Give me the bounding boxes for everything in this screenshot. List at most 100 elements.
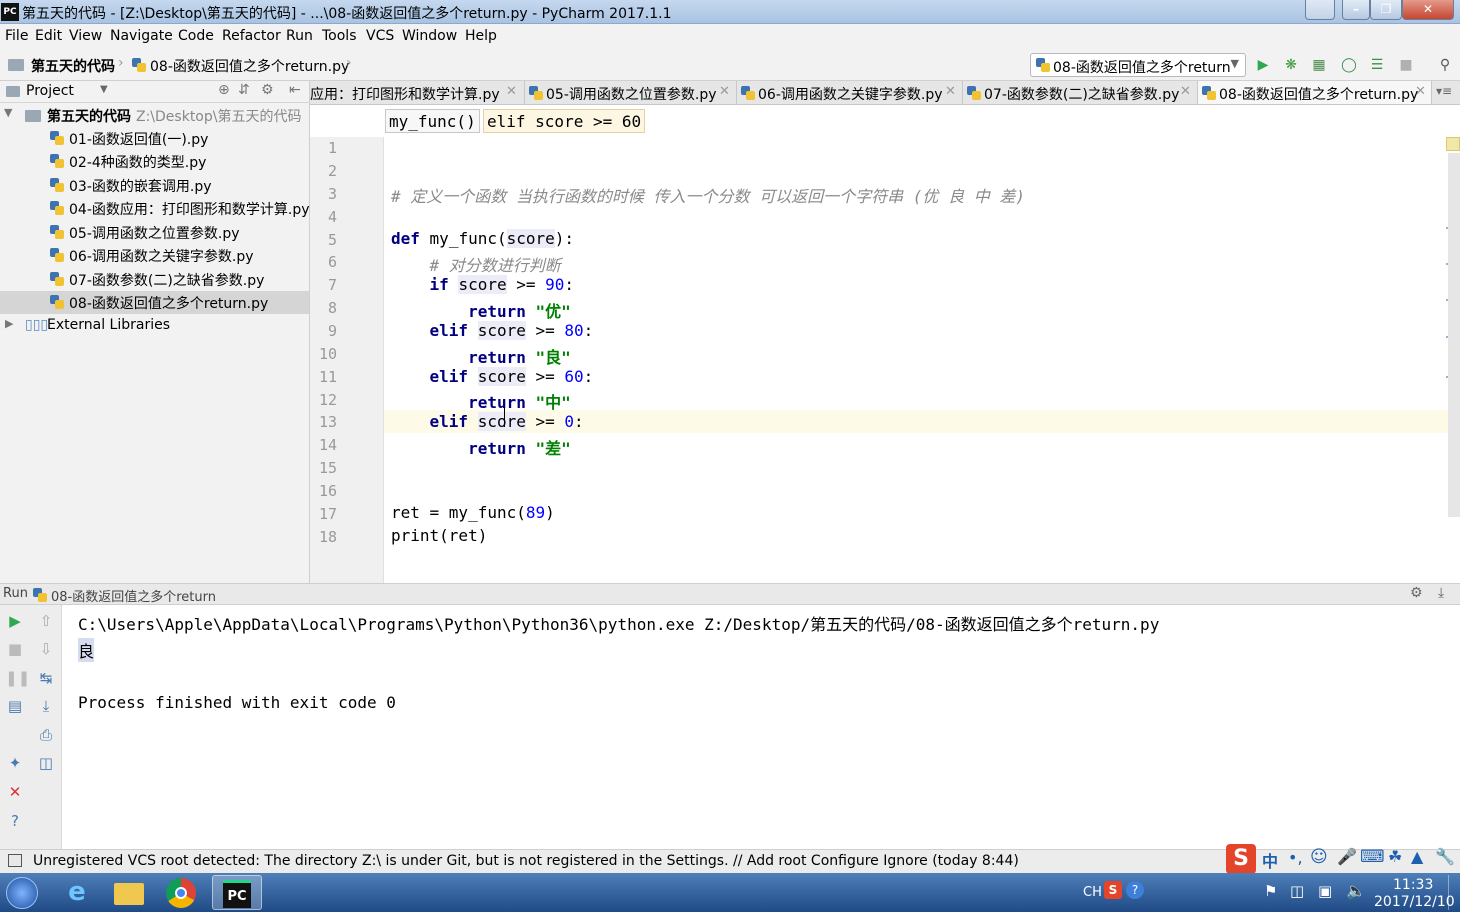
tree-file[interactable]: 05-调用函数之位置参数.py (0, 221, 309, 244)
profile-icon[interactable]: ◯ (1339, 55, 1359, 75)
help-icon[interactable]: ? (5, 811, 25, 831)
network-icon[interactable]: ▣ (1318, 882, 1332, 900)
editor-tab[interactable]: 05-调用函数之位置参数.py ✕ (525, 81, 737, 104)
show-desktop-button[interactable] (1448, 875, 1458, 910)
ime-mode-label[interactable]: 中 (1262, 848, 1278, 872)
up-arrow-icon[interactable]: ⇧ (36, 611, 56, 631)
vertical-scrollbar[interactable] (1448, 153, 1460, 517)
pycharm-taskbar-icon[interactable]: PC (212, 875, 262, 910)
clock-date[interactable]: 2017/12/10 (1374, 894, 1455, 910)
sogou-tray-icon[interactable]: S (1104, 881, 1122, 899)
run-icon[interactable]: ▶ (1253, 55, 1273, 75)
menu-view[interactable]: View (69, 28, 102, 44)
pin-icon[interactable]: ✦ (5, 753, 25, 773)
explorer-icon[interactable] (108, 875, 150, 910)
expand-arrow-icon[interactable]: ▼ (4, 106, 12, 119)
menu-navigate[interactable]: Navigate (110, 28, 173, 44)
clock-time[interactable]: 11:33 (1393, 877, 1433, 893)
tree-file-selected[interactable]: 08-函数返回值之多个return.py (0, 291, 309, 314)
chrome-icon[interactable] (160, 875, 202, 910)
menu-vcs[interactable]: VCS (366, 28, 394, 44)
close-icon[interactable]: ✕ (506, 84, 517, 99)
stop-icon[interactable]: ■ (1396, 55, 1416, 75)
sogou-ime-icon[interactable]: S (1226, 844, 1256, 874)
close-window-button[interactable]: ✕ (1402, 0, 1454, 20)
search-icon[interactable]: ⚲ (1435, 55, 1455, 75)
menu-edit[interactable]: Edit (35, 28, 62, 44)
tree-root[interactable]: ▼ 第五天的代码 Z:\Desktop\第五天的代码 (0, 104, 309, 127)
collapse-icon[interactable]: ⇵ (238, 82, 250, 98)
minimize-button[interactable]: – (1342, 0, 1370, 20)
menu-window[interactable]: Window (402, 28, 457, 44)
project-view-label[interactable]: Project (26, 83, 74, 99)
shirt-icon[interactable]: ▲ (1411, 847, 1423, 866)
close-icon[interactable]: ✕ (945, 84, 956, 99)
menu-run[interactable]: Run (286, 28, 313, 44)
keyboard-icon[interactable]: ⌨ (1360, 847, 1385, 867)
close-icon[interactable]: ✕ (5, 782, 25, 802)
down-arrow-icon[interactable]: ⇩ (36, 639, 56, 659)
menu-help[interactable]: Help (465, 28, 497, 44)
expand-arrow-icon[interactable]: ▶ (5, 317, 13, 330)
punctuation-icon[interactable]: •, (1288, 848, 1303, 867)
hide-panel-icon[interactable]: ⇤ (289, 82, 301, 98)
editor-tab-active[interactable]: 08-函数返回值之多个return.py ✕ (1198, 81, 1432, 104)
nav-project[interactable]: 第五天的代码 (31, 56, 115, 76)
crumb-function[interactable]: my_func() (385, 109, 480, 133)
close-icon[interactable]: ✕ (1180, 84, 1191, 99)
start-button[interactable] (6, 877, 38, 909)
tree-file[interactable]: 03-函数的嵌套调用.py (0, 174, 309, 197)
code-editor[interactable]: my_func() elif score >= 60 1 2 3 4 5 6 7… (310, 105, 1460, 583)
menu-code[interactable]: Code (178, 28, 214, 44)
rerun-icon[interactable]: ▶ (5, 611, 25, 631)
nav-file[interactable]: 08-函数返回值之多个return.py (150, 56, 349, 76)
editor-tab[interactable]: 07-函数参数(二)之缺省参数.py ✕ (963, 81, 1198, 104)
skin-icon[interactable]: ☘ (1388, 847, 1402, 866)
run-config-name[interactable]: 08-函数返回值之多个return (51, 586, 216, 605)
flag-icon[interactable]: ⚑ (1264, 882, 1277, 900)
help-tray-icon[interactable]: ? (1126, 881, 1144, 899)
status-message[interactable]: Unregistered VCS root detected: The dire… (33, 853, 1019, 869)
menu-file[interactable]: File (5, 28, 28, 44)
wrench-icon[interactable]: 🔧 (1435, 847, 1455, 866)
tree-file[interactable]: 06-调用函数之关键字参数.py (0, 244, 309, 267)
crumb-branch[interactable]: elif score >= 60 (483, 109, 646, 133)
emoji-icon[interactable]: ☺ (1310, 847, 1328, 867)
chevron-down-icon[interactable]: ▼ (100, 84, 108, 95)
layout-icon[interactable]: ▤ (5, 696, 25, 716)
gear-icon[interactable]: ⚙ (1410, 585, 1423, 601)
soft-wrap-icon[interactable]: ↹ (36, 668, 56, 688)
run-config-select[interactable]: 08-函数返回值之多个return ▼ (1030, 53, 1246, 77)
language-indicator[interactable]: CH (1083, 885, 1102, 900)
microphone-icon[interactable]: 🎤 (1337, 847, 1357, 866)
stop-icon[interactable]: ■ (5, 639, 25, 659)
hide-panel-icon[interactable]: ⤓ (1438, 585, 1444, 601)
inspection-status-icon[interactable] (1446, 137, 1460, 151)
locate-icon[interactable]: ⊕ (218, 82, 230, 98)
editor-tab[interactable]: 06-调用函数之关键字参数.py ✕ (737, 81, 963, 104)
tree-file[interactable]: 02-4种函数的类型.py (0, 150, 309, 173)
tree-external-libraries[interactable]: ▶ ▯▯▯ External Libraries (0, 315, 309, 338)
scroll-to-end-icon[interactable]: ⤓ (36, 696, 56, 716)
tree-file[interactable]: 01-函数返回值(一).py (0, 127, 309, 150)
menu-refactor[interactable]: Refactor (222, 28, 281, 44)
tab-list-icon[interactable]: ▾≡ (1436, 84, 1452, 98)
tool-window-icon[interactable] (8, 854, 22, 867)
volume-icon[interactable]: 🔈 (1346, 881, 1366, 900)
concurrency-icon[interactable]: ☰ (1367, 55, 1387, 75)
tree-file[interactable]: 04-函数应用：打印图形和数学计算.py (0, 197, 310, 220)
debug-icon[interactable]: ❋ (1281, 55, 1301, 75)
trash-icon[interactable]: ◫ (36, 753, 56, 773)
pause-icon[interactable]: ❚❚ (5, 668, 30, 688)
device-icon[interactable]: ◫ (1290, 882, 1304, 900)
gear-icon[interactable]: ⚙ (261, 82, 274, 98)
tree-file[interactable]: 07-函数参数(二)之缺省参数.py (0, 268, 309, 291)
print-icon[interactable]: ⎙ (36, 725, 56, 745)
menu-tools[interactable]: Tools (322, 28, 357, 44)
maximize-button[interactable]: ❐ (1370, 0, 1402, 20)
close-icon[interactable]: ✕ (1415, 84, 1426, 99)
close-icon[interactable]: ✕ (719, 84, 730, 99)
help-window-button[interactable] (1305, 0, 1335, 20)
internet-explorer-icon[interactable]: e (56, 875, 98, 910)
editor-tab[interactable]: 应用：打印图形和数学计算.py ✕ (310, 81, 525, 104)
